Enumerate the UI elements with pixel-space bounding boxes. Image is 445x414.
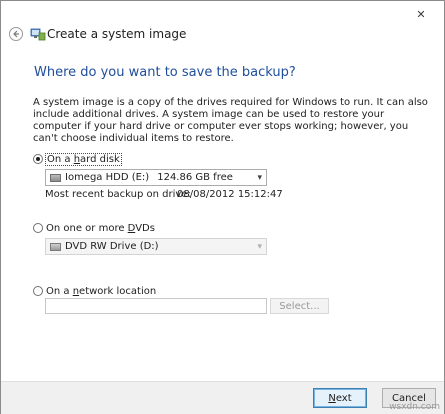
- drive-free-space: 124.86 GB free: [157, 172, 233, 183]
- dialog-footer: Next Cancel wsxdn.com: [1, 381, 444, 414]
- dvd-drive-name: DVD RW Drive (D:): [65, 241, 159, 252]
- radio-selected-dot: [36, 157, 40, 161]
- drive-name: Iomega HDD (E:): [65, 172, 150, 183]
- watermark: wsxdn.com: [389, 402, 440, 412]
- label-part: ard disk: [80, 153, 120, 165]
- back-arrow-icon: [13, 30, 19, 38]
- button-accelerator: N: [328, 392, 336, 404]
- dvd-dropdown[interactable]: DVD RW Drive (D:) ▾: [45, 238, 267, 255]
- label-part: On a: [47, 153, 74, 165]
- radio-hard-disk[interactable]: On a hard disk: [33, 152, 122, 166]
- section-heading: Where do you want to save the backup?: [34, 65, 296, 80]
- radio-dvd-button[interactable]: [33, 223, 43, 233]
- radio-dvd[interactable]: On one or more DVDs: [33, 221, 155, 235]
- label-part: On a: [46, 285, 73, 297]
- label-part: VDs: [135, 222, 155, 234]
- radio-network-button[interactable]: [33, 286, 43, 296]
- recent-backup-value: 08/08/2012 15:12:47: [177, 189, 283, 200]
- close-button[interactable]: ✕: [408, 5, 434, 23]
- select-location-button[interactable]: Select...: [270, 298, 329, 314]
- description-text: A system image is a copy of the drives r…: [33, 97, 428, 144]
- recent-backup-label: Most recent backup on drive:: [45, 189, 191, 200]
- label-part: etwork location: [79, 285, 157, 297]
- hard-drive-icon: [50, 173, 61, 182]
- close-icon: ✕: [416, 7, 426, 21]
- chevron-down-icon: ▾: [257, 173, 262, 183]
- radio-network-label: On a network location: [46, 286, 156, 297]
- radio-dvd-label: On one or more DVDs: [46, 223, 155, 234]
- network-location-field[interactable]: [45, 298, 267, 314]
- dvd-drive-icon: [50, 242, 61, 251]
- chevron-down-icon: ▾: [257, 242, 262, 252]
- label-part: On one or more: [46, 222, 128, 234]
- next-button[interactable]: Next: [313, 388, 367, 408]
- dialog-window: ✕ Create a system image Where do you wan…: [0, 0, 445, 414]
- hard-disk-dropdown[interactable]: Iomega HDD (E:) 124.86 GB free ▾: [45, 169, 267, 186]
- radio-hard-disk-button[interactable]: [33, 154, 43, 164]
- page-title: Create a system image: [47, 27, 187, 41]
- main-content: Where do you want to save the backup? A …: [23, 51, 444, 381]
- radio-hard-disk-label: On a hard disk: [45, 152, 122, 166]
- back-button[interactable]: [9, 27, 23, 41]
- backup-restore-icon: [30, 28, 46, 41]
- dialog-header: Create a system image: [1, 25, 444, 47]
- radio-network[interactable]: On a network location: [33, 284, 156, 298]
- button-label-part: ext: [335, 392, 352, 404]
